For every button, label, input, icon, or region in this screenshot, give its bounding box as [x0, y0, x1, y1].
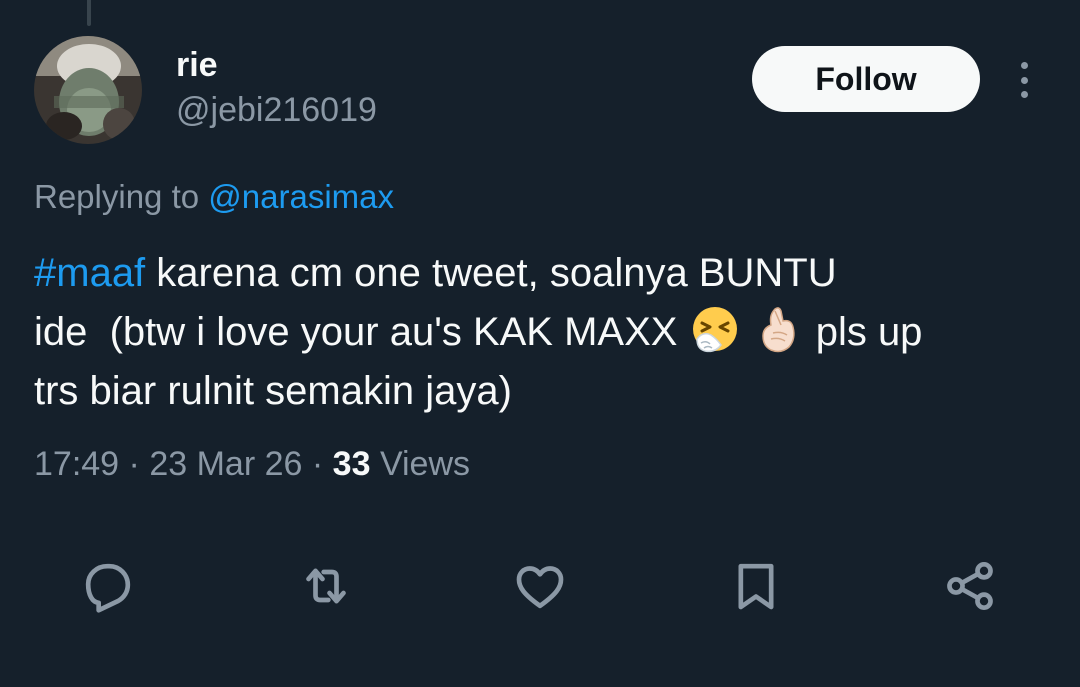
like-icon: [516, 566, 564, 609]
more-options-icon[interactable]: [1008, 58, 1040, 102]
retweet-icon: [306, 568, 346, 604]
tweet-metadata: 17:49 · 23 Mar 26 · 33 Views: [34, 443, 470, 485]
separator-dot: ·: [311, 445, 324, 483]
like-button[interactable]: [510, 556, 570, 616]
dot: [1020, 91, 1028, 98]
action-bar: [0, 556, 1080, 616]
bookmark-icon: [738, 563, 774, 610]
tweet-text-segment: pls up: [804, 310, 923, 354]
display-name[interactable]: rie: [176, 44, 218, 86]
tweet-text-line-2: ide (btw i love your au's KAK MAXX pls u…: [34, 303, 1054, 362]
avatar[interactable]: [34, 36, 142, 144]
thread-connector-line: [87, 0, 91, 26]
tweet-text-segment: ide (btw i love your au's KAK MAXX: [34, 310, 689, 354]
tweet-text-line-3: trs biar rulnit semakin jaya): [34, 369, 512, 413]
sneezing-face-emoji: [692, 307, 737, 353]
replying-to-handle-link[interactable]: @narasimax: [208, 178, 394, 215]
share-button[interactable]: [940, 556, 1000, 616]
dot: [1020, 62, 1028, 69]
reply-button[interactable]: [78, 556, 138, 616]
views-count: 33: [332, 445, 371, 483]
replying-to-prefix: Replying to: [34, 178, 200, 215]
separator-dot: ·: [128, 445, 140, 483]
retweet-button[interactable]: [296, 556, 356, 616]
tweet-text-line-1: #maaf karena cm one tweet, soalnya BUNTU: [34, 244, 1054, 303]
tweet-text: #maaf karena cm one tweet, soalnya BUNTU…: [34, 244, 1054, 421]
views-label: Views: [379, 445, 471, 483]
tweet-text-segment: karena cm one tweet, soalnya BUNTU: [145, 251, 837, 295]
replying-to: Replying to @narasimax: [34, 176, 394, 218]
bookmark-button[interactable]: [726, 556, 786, 616]
hashtag-link[interactable]: #maaf: [34, 251, 145, 295]
tweet-date[interactable]: 23 Mar 26: [149, 445, 302, 483]
tweet-time[interactable]: 17:49: [34, 445, 119, 483]
user-handle[interactable]: @jebi216019: [176, 89, 377, 131]
avatar-image: [34, 36, 142, 144]
hand-with-index-finger-and-thumb-crossed-emoji: [761, 307, 795, 353]
reply-icon: [85, 563, 131, 613]
dot: [1020, 76, 1028, 84]
follow-button[interactable]: Follow: [752, 46, 980, 112]
share-icon: [947, 561, 993, 611]
